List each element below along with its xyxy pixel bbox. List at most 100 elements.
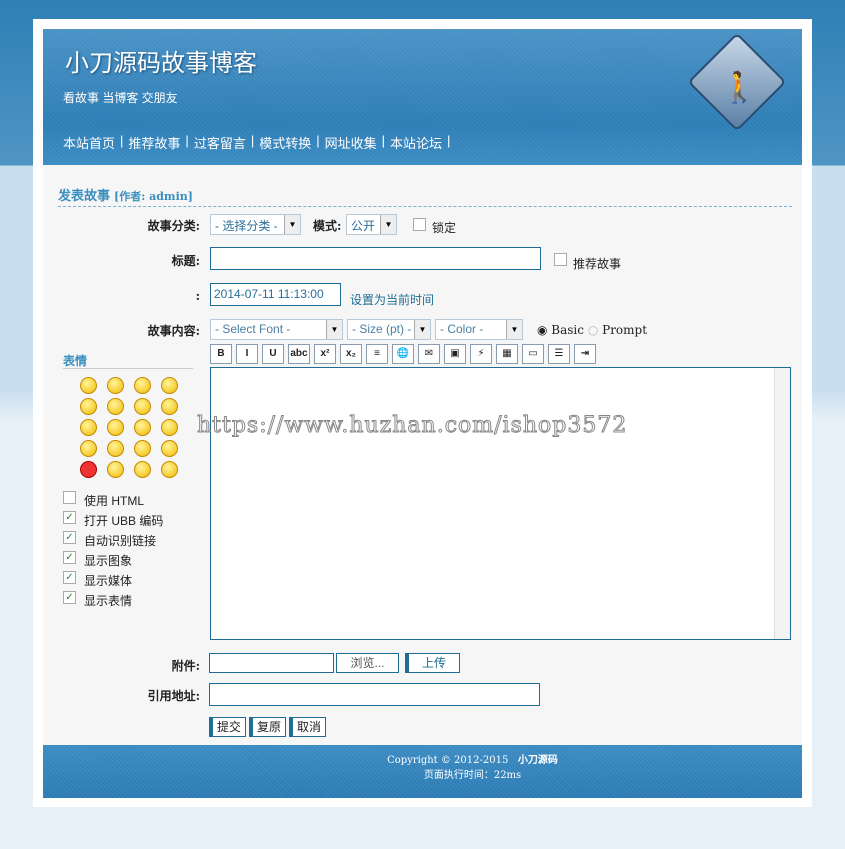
ref-label: 引用地址: — [147, 689, 200, 703]
title-input[interactable] — [210, 247, 541, 270]
submit-button[interactable]: 提交 — [209, 717, 246, 737]
emoticon-icon[interactable] — [107, 398, 124, 415]
recommend-checkbox[interactable] — [554, 253, 567, 266]
option-checkbox[interactable]: ✓ — [63, 551, 76, 564]
nav-separator: | — [250, 133, 255, 148]
emoticon-icon[interactable] — [107, 419, 124, 436]
option-checkbox[interactable] — [63, 491, 76, 504]
emoticon-icon[interactable] — [107, 377, 124, 394]
nav-separator: | — [447, 133, 451, 148]
bold-icon[interactable]: B — [210, 344, 232, 364]
logo: 🚶 — [687, 32, 787, 132]
chevron-down-icon: ▼ — [284, 215, 300, 234]
nav-item[interactable]: 本站论坛 — [390, 133, 442, 152]
site-title[interactable]: 小刀源码故事博客 — [65, 43, 257, 78]
attachment-input[interactable] — [209, 653, 334, 673]
category-value: - 选择分类 - — [215, 219, 278, 233]
size-value: - Size (pt) - — [352, 322, 412, 336]
nav-separator: | — [381, 133, 386, 148]
category-select[interactable]: - 选择分类 - ▼ — [210, 214, 301, 235]
footer-brand: 小刀源码 — [517, 755, 558, 766]
emoticon-icon[interactable] — [80, 377, 97, 394]
cancel-button[interactable]: 取消 — [289, 717, 326, 737]
nav-separator: | — [120, 133, 124, 148]
mode-value: 公开 — [351, 219, 376, 233]
emoticon-icon[interactable] — [161, 461, 178, 478]
option-checkbox[interactable]: ✓ — [63, 591, 76, 604]
mode-select[interactable]: 公开 ▼ — [346, 214, 397, 235]
attachment-label: 附件: — [171, 659, 200, 673]
emoticon-icon[interactable] — [80, 419, 97, 436]
quote-icon[interactable]: ▭ — [522, 344, 544, 364]
emoticon-icon[interactable] — [107, 440, 124, 457]
strikethrough-icon[interactable]: abc — [288, 344, 310, 364]
mode-radios: ◉ Basic ○ Prompt — [537, 323, 647, 337]
media-icon[interactable]: ▦ — [496, 344, 518, 364]
exec-time: 页面执行时间：22ms — [423, 770, 522, 781]
option-label: 使用 HTML — [84, 494, 145, 508]
flash-icon[interactable]: ⚡ — [470, 344, 492, 364]
option-label: 显示媒体 — [84, 574, 133, 588]
nav-item[interactable]: 本站首页 — [63, 133, 115, 152]
scrollbar[interactable] — [774, 368, 790, 639]
copyright: Copyright © 2012-2015 小刀源码 — [143, 753, 802, 768]
font-select[interactable]: - Select Font - ▼ — [210, 319, 343, 340]
underline-icon[interactable]: U — [262, 344, 284, 364]
time-input[interactable]: 2014-07-11 11:13:00 — [210, 283, 341, 306]
emoticon-icon[interactable] — [80, 398, 97, 415]
nav-item[interactable]: 网址收集 — [325, 133, 377, 152]
emoticon-icon[interactable] — [161, 419, 178, 436]
link-icon[interactable]: 🌐 — [392, 344, 414, 364]
nav-item[interactable]: 推荐故事 — [128, 133, 180, 152]
basic-label: Basic — [551, 323, 584, 337]
basic-radio[interactable]: ◉ — [537, 323, 551, 337]
chevron-down-icon: ▼ — [414, 320, 430, 339]
superscript-icon[interactable]: x² — [314, 344, 336, 364]
nav-item[interactable]: 过客留言 — [194, 133, 246, 152]
section-title-text: 发表故事 — [58, 189, 111, 204]
size-select[interactable]: - Size (pt) - ▼ — [347, 319, 431, 340]
title-label: 标题: — [171, 254, 200, 268]
lock-checkbox[interactable] — [413, 218, 426, 231]
set-now-link[interactable]: 设置为当前时间 — [350, 291, 434, 308]
emoticon-icon[interactable] — [134, 419, 151, 436]
upload-button[interactable]: 上传 — [405, 653, 460, 673]
center-icon[interactable]: ≡ — [366, 344, 388, 364]
content-editor[interactable] — [210, 367, 791, 640]
chevron-down-icon: ▼ — [326, 320, 342, 339]
emoticon-icon[interactable] — [80, 440, 97, 457]
color-select[interactable]: - Color - ▼ — [435, 319, 523, 340]
email-icon[interactable]: ✉ — [418, 344, 440, 364]
option-label: 自动识别链接 — [84, 534, 157, 548]
emoticon-icon[interactable] — [134, 377, 151, 394]
time-label: : — [195, 289, 200, 303]
ordered-list-icon[interactable]: ☰ — [548, 344, 570, 364]
pedestrian-icon: 🚶 — [720, 71, 758, 105]
option-checkbox[interactable]: ✓ — [63, 511, 76, 524]
ref-input[interactable] — [209, 683, 540, 706]
emoticon-icon[interactable] — [161, 377, 178, 394]
emoticon-icon[interactable] — [161, 440, 178, 457]
image-icon[interactable]: ▣ — [444, 344, 466, 364]
slogan: 看故事 当博客 交朋友 — [63, 91, 178, 105]
emoticon-icon[interactable] — [134, 461, 151, 478]
emoticon-icon[interactable] — [80, 461, 97, 478]
italic-icon[interactable]: I — [236, 344, 258, 364]
reset-button[interactable]: 复原 — [249, 717, 286, 737]
header: 小刀源码故事博客 看故事 当博客 交朋友 本站首页 | 推荐故事 | 过客留言 | 模式转换… — [43, 29, 802, 165]
indent-icon[interactable]: ⇥ — [574, 344, 596, 364]
category-label: 故事分类: — [147, 219, 200, 233]
nav-item[interactable]: 模式转换 — [259, 133, 311, 152]
recommend-label: 推荐故事 — [573, 257, 622, 271]
prompt-radio[interactable]: ○ — [588, 323, 602, 337]
copyright-text: Copyright © 2012-2015 — [387, 755, 509, 766]
browse-button[interactable]: 浏览... — [336, 653, 399, 673]
emoticon-icon[interactable] — [161, 398, 178, 415]
option-checkbox[interactable]: ✓ — [63, 571, 76, 584]
subscript-icon[interactable]: x₂ — [340, 344, 362, 364]
option-checkbox[interactable]: ✓ — [63, 531, 76, 544]
emoticon-icon[interactable] — [134, 440, 151, 457]
emoticon-icon[interactable] — [134, 398, 151, 415]
nav-bar: 本站首页 | 推荐故事 | 过客留言 | 模式转换 | 网址收集 | 本站论坛 | — [63, 133, 455, 152]
emoticon-icon[interactable] — [107, 461, 124, 478]
